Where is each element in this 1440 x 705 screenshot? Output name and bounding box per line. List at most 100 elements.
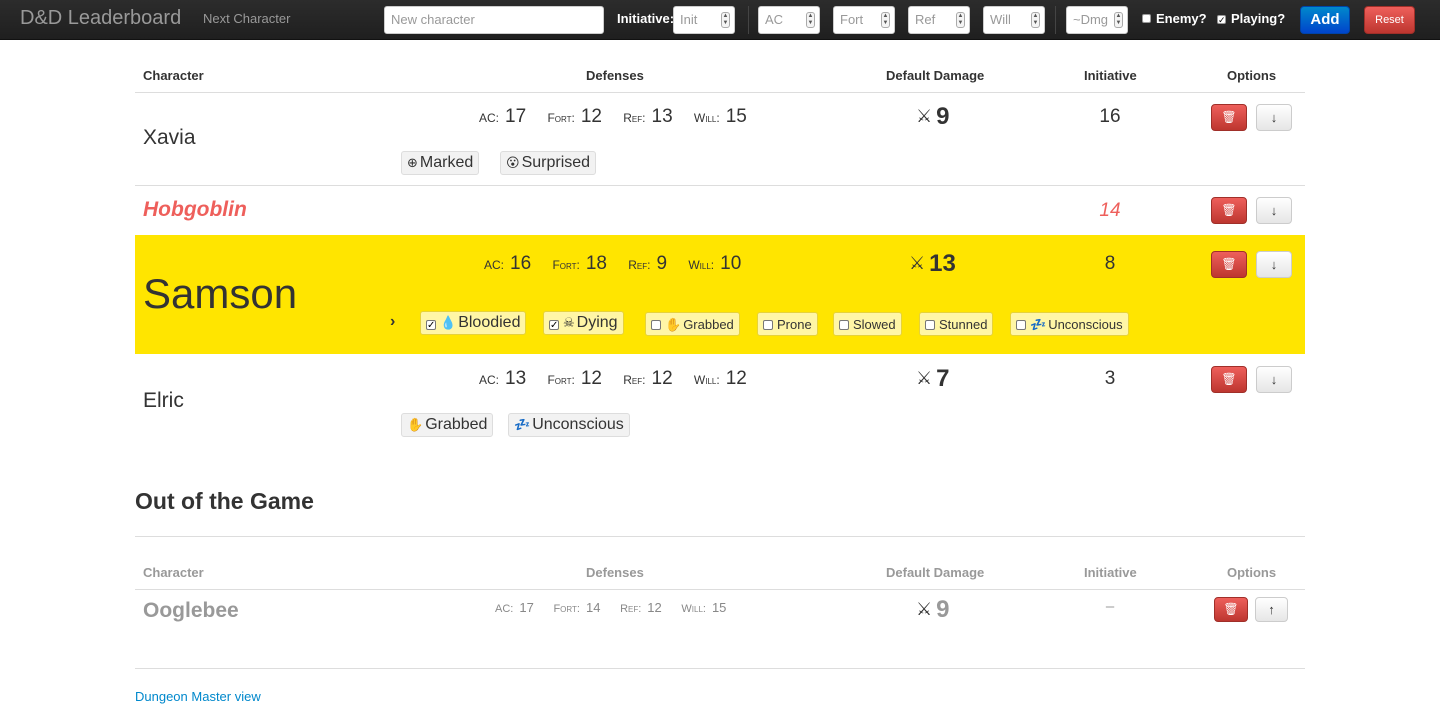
condition-label: Marked bbox=[419, 154, 474, 171]
character-name[interactable]: Xavia bbox=[143, 126, 196, 150]
trash-icon: 🗑 bbox=[1221, 203, 1237, 217]
move-down-button[interactable]: ↓ bbox=[1256, 251, 1292, 278]
delete-button[interactable]: 🗑 bbox=[1211, 366, 1247, 393]
fort-label: Fort: bbox=[547, 373, 575, 387]
will-stepper-icon[interactable]: ▲ ▼ bbox=[1031, 12, 1040, 28]
condition-checkbox[interactable] bbox=[1016, 320, 1026, 330]
arrow-down-icon: ↓ bbox=[1270, 257, 1278, 272]
header-character: Character bbox=[143, 68, 204, 83]
ac-label: AC: bbox=[479, 111, 500, 125]
initiative-stepper-icon[interactable]: ▲ ▼ bbox=[721, 12, 730, 28]
defenses: AC: 17 Fort: 14 Ref: 12 Will: 15 bbox=[495, 600, 726, 615]
condition-label: Grabbed bbox=[683, 317, 734, 332]
fort-stepper-icon[interactable]: ▲ ▼ bbox=[881, 12, 890, 28]
enemy-checkbox[interactable]: Enemy? bbox=[1142, 11, 1207, 26]
new-character-input[interactable]: New character bbox=[384, 6, 604, 34]
playing-checkbox-box[interactable]: ✓ bbox=[1217, 15, 1226, 25]
fort-value: 12 bbox=[580, 368, 602, 389]
move-down-button[interactable]: ↓ bbox=[1256, 197, 1292, 224]
app-brand[interactable]: D&D Leaderboard bbox=[20, 7, 181, 30]
enemy-checkbox-box[interactable] bbox=[1142, 14, 1151, 23]
condition-toggle[interactable]: 💤 Unconscious bbox=[1010, 312, 1129, 336]
fort-input[interactable]: Fort ▲ ▼ bbox=[833, 6, 895, 34]
add-button[interactable]: Add bbox=[1300, 6, 1350, 34]
skull-icon: ☠ bbox=[563, 315, 575, 330]
condition-label: Bloodied bbox=[458, 314, 521, 331]
condition-toggle[interactable]: ✓ 💧 Bloodied bbox=[420, 311, 527, 335]
arrow-down-icon: ↓ bbox=[1270, 372, 1278, 387]
damage-input[interactable]: ~Dmg ▲ ▼ bbox=[1066, 6, 1128, 34]
surprised-face-icon: 😮 bbox=[506, 155, 520, 170]
move-up-button[interactable]: ↑ bbox=[1255, 597, 1288, 622]
ac-value: 16 bbox=[510, 253, 532, 274]
row-divider bbox=[135, 185, 1305, 186]
reset-button[interactable]: Reset bbox=[1364, 6, 1415, 34]
playing-checkbox[interactable]: ✓ Playing? bbox=[1217, 11, 1285, 26]
default-damage: ⚔ 13 bbox=[909, 250, 956, 278]
ac-label: AC: bbox=[479, 373, 500, 387]
condition-toggle[interactable]: Stunned bbox=[919, 312, 994, 336]
condition-checkbox[interactable] bbox=[839, 320, 849, 330]
top-navbar: D&D Leaderboard Next Character New chara… bbox=[0, 0, 1440, 40]
condition-checkbox[interactable]: ✓ bbox=[426, 320, 436, 331]
initiative-value: 3 bbox=[1104, 368, 1116, 389]
delete-button[interactable]: 🗑 bbox=[1214, 597, 1248, 622]
character-name[interactable]: Elric bbox=[143, 389, 184, 413]
trash-icon: 🗑 bbox=[1221, 257, 1237, 271]
condition-checkbox[interactable] bbox=[651, 320, 661, 330]
ref-input[interactable]: Ref ▲ ▼ bbox=[908, 6, 970, 34]
character-name[interactable]: Ooglebee bbox=[143, 599, 239, 623]
next-character-link[interactable]: Next Character bbox=[203, 11, 290, 26]
default-damage: ⚔ 7 bbox=[916, 365, 950, 393]
condition-checkbox[interactable] bbox=[763, 320, 773, 330]
will-input[interactable]: Will ▲ ▼ bbox=[983, 6, 1045, 34]
ac-label: AC: bbox=[484, 258, 505, 272]
ac-label: AC: bbox=[495, 603, 514, 615]
delete-button[interactable]: 🗑 bbox=[1211, 104, 1247, 131]
defenses: AC: 13 Fort: 12 Ref: 12 Will: 12 bbox=[479, 368, 747, 390]
condition-badge: 💤 Unconscious bbox=[508, 413, 630, 437]
ac-input[interactable]: AC ▲ ▼ bbox=[758, 6, 820, 34]
ref-value: 13 bbox=[651, 106, 673, 127]
delete-button[interactable]: 🗑 bbox=[1211, 251, 1247, 278]
navbar-divider bbox=[748, 6, 749, 34]
condition-checkbox[interactable]: ✓ bbox=[549, 320, 559, 331]
trash-icon: 🗑 bbox=[1221, 110, 1237, 124]
condition-toggle[interactable]: ✓ ☠ Dying bbox=[543, 311, 624, 335]
fort-label: Fort: bbox=[547, 111, 575, 125]
condition-toggle[interactable]: ✋ Grabbed bbox=[645, 312, 740, 336]
ac-stepper-icon[interactable]: ▲ ▼ bbox=[806, 12, 815, 28]
sleep-icon: 💤 bbox=[514, 417, 531, 432]
move-down-button[interactable]: ↓ bbox=[1256, 104, 1292, 131]
condition-toggle[interactable]: Slowed bbox=[833, 312, 902, 336]
header-character: Character bbox=[143, 565, 204, 580]
ref-stepper-icon[interactable]: ▲ ▼ bbox=[956, 12, 965, 28]
move-down-button[interactable]: ↓ bbox=[1256, 366, 1292, 393]
header-initiative: Initiative bbox=[1084, 565, 1137, 580]
defenses: AC: 16 Fort: 18 Ref: 9 Will: 10 bbox=[484, 253, 741, 275]
initiative-value: – bbox=[1105, 598, 1115, 615]
dungeon-master-view-link[interactable]: Dungeon Master view bbox=[135, 689, 261, 704]
condition-label: Prone bbox=[777, 317, 812, 332]
condition-label: Stunned bbox=[939, 317, 988, 332]
damage-stepper-icon[interactable]: ▲ ▼ bbox=[1114, 12, 1123, 28]
trash-icon: 🗑 bbox=[1223, 602, 1239, 616]
initiative-input[interactable]: Init ▲ ▼ bbox=[673, 6, 735, 34]
condition-label: Grabbed bbox=[425, 416, 488, 433]
default-damage: ⚔ 9 bbox=[916, 596, 950, 624]
blood-drop-icon: 💧 bbox=[440, 315, 457, 330]
enemy-character-name[interactable]: Hobgoblin bbox=[143, 198, 247, 222]
footer-divider bbox=[135, 668, 1305, 669]
chevron-right-icon[interactable]: › bbox=[390, 313, 395, 331]
sword-icon: ⚔ bbox=[916, 368, 933, 388]
initiative-placeholder: Init bbox=[680, 12, 698, 27]
damage-value: 7 bbox=[936, 365, 950, 392]
ac-placeholder: AC bbox=[765, 12, 784, 27]
delete-button[interactable]: 🗑 bbox=[1211, 197, 1247, 224]
condition-toggle[interactable]: Prone bbox=[757, 312, 818, 336]
active-character-name[interactable]: Samson bbox=[143, 270, 297, 318]
fort-value: 14 bbox=[585, 600, 601, 615]
header-default-damage: Default Damage bbox=[886, 565, 985, 580]
condition-checkbox[interactable] bbox=[925, 320, 935, 330]
will-value: 12 bbox=[725, 368, 747, 389]
